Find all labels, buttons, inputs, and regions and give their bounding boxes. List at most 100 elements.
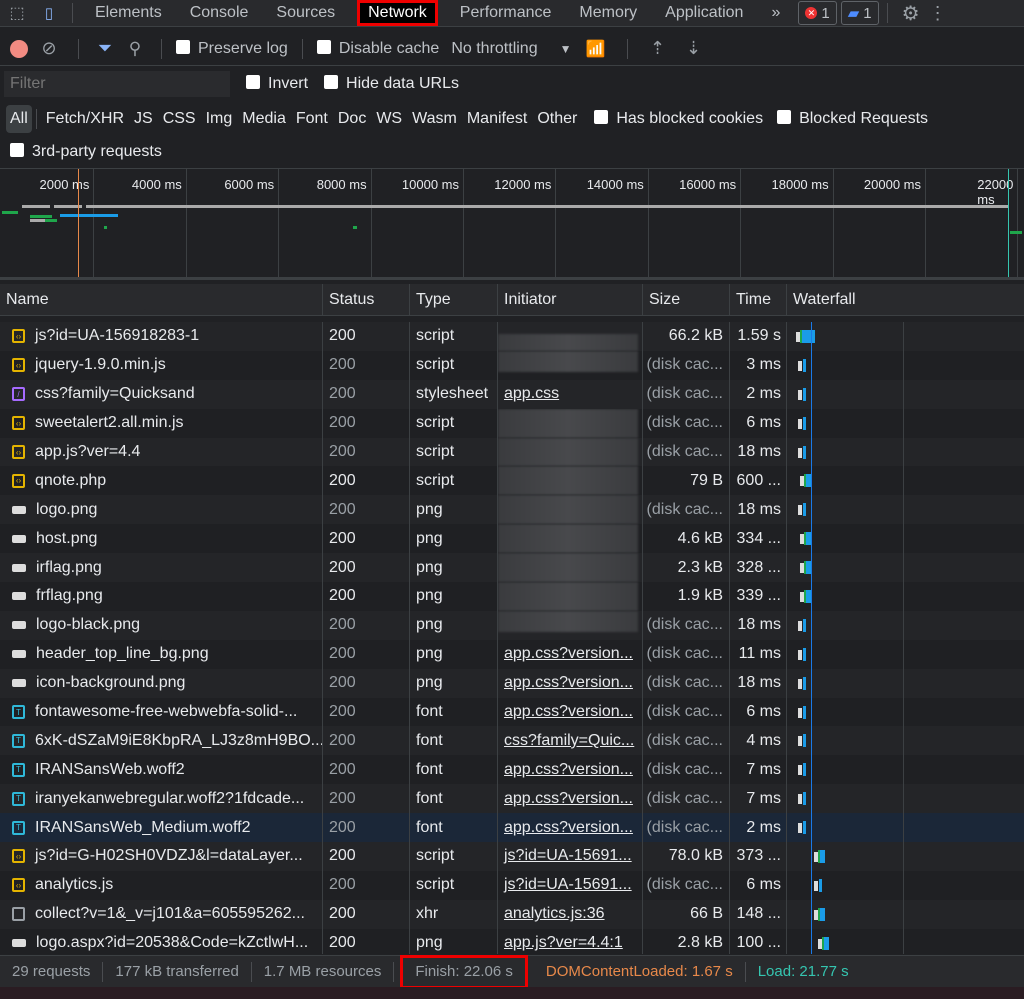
table-row[interactable]: ‹› qnote.php 200 script 79 B 600 ... [0,466,1024,496]
tab-network[interactable]: Network [357,0,438,26]
initiator-cell[interactable]: analytics.js:36 [498,899,643,929]
initiator-link[interactable]: app.css?version... [504,819,633,837]
table-row[interactable]: ‹› sweetalert2.all.min.js 200 script (disk c… [0,408,1024,438]
column-header-initiator[interactable]: Initiator [498,284,643,315]
device-toolbar-icon[interactable]: ▯ [34,4,64,22]
blocked-requests-checkbox[interactable]: Blocked Requests [777,109,928,128]
name-cell[interactable]: logo-black.png [0,610,323,640]
type-filter-wasm[interactable]: Wasm [407,110,462,128]
tab-console[interactable]: Console [176,0,263,27]
type-filter-js[interactable]: JS [129,110,158,128]
initiator-cell[interactable]: app.css?version... [498,668,643,698]
initiator-link[interactable]: app.css?version... [504,761,633,779]
errors-badge[interactable]: ✕ 1 [798,1,837,25]
name-cell[interactable]: icon-background.png [0,668,323,698]
preserve-log-checkbox[interactable]: Preserve log [176,39,288,58]
network-conditions-icon[interactable]: 📶 [577,39,613,59]
filter-input[interactable] [4,71,230,97]
third-party-requests-checkbox[interactable]: 3rd-party requests [10,142,162,161]
table-row[interactable]: Tfontawesome-free-webwebfa-solid-... 200 f… [0,697,1024,727]
initiator-cell[interactable]: app.css?version... [498,639,643,669]
initiator-cell[interactable]: app.css?version... [498,755,643,785]
table-row[interactable]: icon-background.png 200 png app.css?version… [0,668,1024,698]
name-cell[interactable]: T 6xK-dSZaM9iE8KbpRA_LJ3z8mH9BO... [0,726,323,756]
table-row[interactable]: ‹› js?id=UA-156918283-1 200 script 66.2 kB 1.… [0,322,1024,351]
type-filter-all[interactable]: All [6,104,32,133]
name-cell[interactable]: host.png [0,524,323,554]
name-cell[interactable]: irflag.png [0,553,323,583]
inspect-element-icon[interactable]: ⬚ [0,3,34,23]
table-row[interactable]: ‹› app.js?ver=4.4 200 script (disk cac... 18 … [0,437,1024,467]
name-cell[interactable]: ‹› app.js?ver=4.4 [0,437,323,467]
initiator-link[interactable]: analytics.js:36 [504,905,605,923]
initiator-link[interactable]: app.css?version... [504,674,633,692]
initiator-link[interactable]: app.css?version... [504,703,633,721]
tab-elements[interactable]: Elements [81,0,176,27]
name-cell[interactable]: logo.aspx?id=20538&Code=kZctlwH... [0,928,323,954]
type-filter-manifest[interactable]: Manifest [462,110,532,128]
name-cell[interactable]: ‹› qnote.php [0,466,323,496]
name-cell[interactable]: ‹› sweetalert2.all.min.js [0,408,323,438]
type-filter-other[interactable]: Other [532,110,582,128]
initiator-cell[interactable]: app.css?version... [498,697,643,727]
name-cell[interactable]: ‹› js?id=G-H02SH0VDZJ&l=dataLayer... [0,842,323,871]
type-filter-font[interactable]: Font [291,110,333,128]
name-cell[interactable]: collect?v=1&_v=j101&a=605595262... [0,899,323,929]
initiator-link[interactable]: css?family=Quic... [504,732,634,750]
clear-icon[interactable]: ⊘ [34,38,64,59]
table-row[interactable]: irflag.png 200 png 2.3 kB 328 ... [0,553,1024,583]
initiator-link[interactable]: app.js?ver=4.4:1 [504,934,623,952]
tab-application[interactable]: Application [651,0,757,27]
name-cell[interactable]: logo.png [0,495,323,525]
export-har-icon[interactable]: ⇣ [678,38,708,59]
initiator-cell[interactable]: js?id=UA-15691... [498,870,643,900]
table-row[interactable]: header_top_line_bg.png 200 png app.css?vers… [0,639,1024,669]
column-header-size[interactable]: Size [643,284,730,315]
more-options-icon[interactable]: ⋮ [926,3,950,24]
import-har-icon[interactable]: ⇡ [642,38,672,59]
search-icon[interactable]: ⚲ [123,39,147,59]
invert-checkbox[interactable]: Invert [246,75,308,93]
table-row[interactable]: / css?family=Quicksand 200 stylesheet app.cs… [0,379,1024,409]
network-overview-timeline[interactable]: 2000 ms 4000 ms 6000 ms 8000 ms 10000 ms 1200… [0,168,1024,280]
type-filter-css[interactable]: CSS [158,110,201,128]
name-cell[interactable]: / css?family=Quicksand [0,379,323,409]
table-row[interactable]: ‹› jquery-1.9.0.min.js 200 script (disk cac.… [0,350,1024,380]
initiator-link[interactable]: app.css [504,385,559,403]
more-tabs-button[interactable]: » [757,0,794,27]
hide-data-urls-checkbox[interactable]: Hide data URLs [324,75,459,93]
type-filter-ws[interactable]: WS [371,110,407,128]
initiator-cell[interactable]: app.css?version... [498,813,643,843]
initiator-cell[interactable]: css?family=Quic... [498,726,643,756]
table-row[interactable]: frflag.png 200 png 1.9 kB 339 ... [0,582,1024,611]
initiator-link[interactable]: js?id=UA-15691... [504,847,632,865]
disable-cache-checkbox[interactable]: Disable cache [316,39,439,58]
name-cell[interactable]: frflag.png [0,582,323,611]
table-row[interactable]: host.png 200 png 4.6 kB 334 ... [0,524,1024,554]
table-row[interactable]: T IRANSansWeb_Medium.woff2 200 font app.css?… [0,813,1024,843]
messages-badge[interactable]: ▰ 1 [840,1,879,25]
initiator-link[interactable]: app.css?version... [504,645,633,663]
name-cell[interactable]: T IRANSansWeb_Medium.woff2 [0,813,323,843]
name-cell[interactable]: ‹› analytics.js [0,870,323,900]
name-cell[interactable]: header_top_line_bg.png [0,639,323,669]
type-filter-img[interactable]: Img [201,110,238,128]
record-icon[interactable] [10,39,28,58]
type-filter-fetch-xhr[interactable]: Fetch/XHR [41,110,129,128]
initiator-cell[interactable]: app.css [498,379,643,409]
column-header-waterfall[interactable]: Waterfall [787,284,1024,315]
name-cell[interactable]: Tiranyekanwebregular.woff2?1fdcade... [0,784,323,814]
table-row[interactable]: logo-black.png 200 png (disk cac... 18 ms [0,610,1024,640]
gear-icon[interactable]: ⚙ [896,1,926,26]
name-cell[interactable]: T IRANSansWeb.woff2 [0,755,323,785]
column-header-name[interactable]: Name [0,284,323,315]
column-header-type[interactable]: Type [410,284,498,315]
name-cell[interactable]: ‹› js?id=UA-156918283-1 [0,322,323,351]
column-header-status[interactable]: Status [323,284,410,315]
table-row[interactable]: collect?v=1&_v=j101&a=605595262... 200 xhr… [0,899,1024,929]
name-cell[interactable]: ‹› jquery-1.9.0.min.js [0,350,323,380]
throttling-select[interactable]: No throttling ▼ [451,40,571,58]
initiator-link[interactable]: js?id=UA-15691... [504,876,632,894]
table-row[interactable]: T 6xK-dSZaM9iE8KbpRA_LJ3z8mH9BO... 200 font… [0,726,1024,756]
table-row[interactable]: Tiranyekanwebregular.woff2?1fdcade... 200… [0,784,1024,814]
